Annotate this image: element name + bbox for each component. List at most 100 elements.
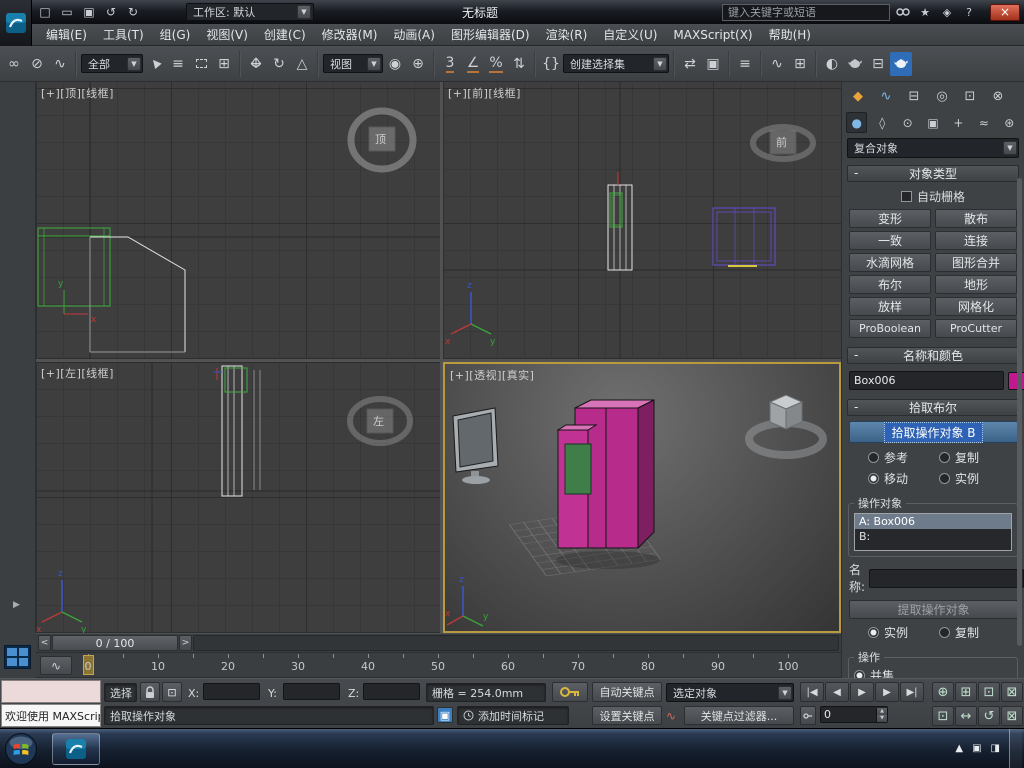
go-to-end-button[interactable]: ▶| (900, 682, 924, 702)
set-key-button[interactable] (552, 682, 588, 702)
orbit-button[interactable]: ↺ (978, 706, 1000, 726)
tray-icon-1[interactable]: ▣ (972, 743, 981, 754)
btn-morph[interactable]: 变形 (849, 209, 931, 228)
radio-move[interactable]: 移动 (868, 470, 939, 487)
tab-create[interactable]: ◆ (846, 85, 870, 108)
pan-button[interactable]: ↔ (955, 706, 977, 726)
radio-extract-copy[interactable]: 复制 (939, 624, 1010, 641)
object-name-input[interactable] (849, 371, 1004, 390)
next-frame-arrow[interactable]: > (179, 635, 192, 651)
selection-lock-toggle[interactable] (140, 682, 160, 702)
select-and-move-icon[interactable]: ↔ ↕ (245, 52, 267, 76)
unlink-selection-icon[interactable]: ⊘ (26, 52, 48, 76)
btn-conform[interactable]: 一致 (849, 231, 931, 250)
viewport-left[interactable]: [+][左][线框] z x y 左 (36, 362, 440, 633)
use-pivot-center-icon[interactable]: ◉ (384, 52, 406, 76)
btn-shapemerge[interactable]: 图形合并 (935, 253, 1017, 272)
layout-expand-arrow-icon[interactable]: ▶ (13, 600, 20, 610)
category-systems-icon[interactable]: ⊛ (999, 112, 1020, 133)
play-button[interactable]: ▶ (850, 682, 874, 702)
taskbar-app-3dsmax[interactable] (52, 732, 100, 765)
viewport-perspective-label[interactable]: [+][透视][真实] (450, 367, 534, 383)
new-scene-icon[interactable]: □ (36, 3, 54, 21)
snap-toggle-icon[interactable]: 3 (439, 52, 461, 76)
viewcube[interactable]: 左 (373, 413, 384, 429)
category-cameras-icon[interactable]: ▣ (922, 112, 943, 133)
rollout-name-color[interactable]: - 名称和颜色 (847, 347, 1019, 364)
align-icon[interactable]: ▣ (702, 52, 724, 76)
btn-loft[interactable]: 放样 (849, 297, 931, 316)
undo-icon[interactable]: ↺ (102, 3, 120, 21)
maximize-viewport-button[interactable]: ⊠ (1001, 706, 1023, 726)
select-and-rotate-icon[interactable]: ↻ (268, 52, 290, 76)
track-bar[interactable]: 0 10 20 30 40 50 60 70 80 90 100 (36, 653, 841, 678)
mini-curve-editor-button[interactable]: ∿ (40, 656, 72, 675)
tray-icon-2[interactable]: ◨ (991, 743, 1000, 754)
help-icon[interactable]: ? (960, 3, 978, 21)
category-geometry-icon[interactable]: ● (846, 112, 868, 133)
radio-union[interactable]: 并集 (854, 667, 1012, 678)
viewport-layout-preset-icon[interactable] (4, 645, 31, 669)
viewport-perspective[interactable]: [+][透视][真实] z x y (443, 362, 841, 633)
operand-name-input[interactable] (869, 568, 1024, 588)
reference-coordinate-dropdown[interactable]: 视图 ▼ (323, 54, 383, 73)
x-coordinate-field[interactable] (203, 683, 260, 700)
list-item[interactable]: B: (855, 529, 1011, 544)
save-file-icon[interactable]: ▣ (80, 3, 98, 21)
tab-utilities[interactable]: ⊗ (986, 85, 1010, 108)
material-editor-icon[interactable]: ◐ (821, 52, 843, 76)
workspace-dropdown[interactable]: 工作区: 默认 ▼ (186, 3, 314, 21)
maxscript-mini-listener[interactable]: 欢迎使用 MAXScript (1, 704, 101, 727)
select-and-scale-icon[interactable]: △ (291, 52, 313, 76)
viewport-front[interactable]: [+][前][线框] z x y 前 (443, 82, 841, 359)
angle-snap-icon[interactable]: ∠ (462, 52, 484, 76)
menu-tools[interactable]: 工具(T) (95, 23, 152, 46)
auto-key-button[interactable]: 自动关键点 (592, 682, 662, 702)
time-slider-track[interactable] (193, 635, 839, 651)
menu-views[interactable]: 视图(V) (198, 23, 256, 46)
menu-create[interactable]: 创建(C) (256, 23, 314, 46)
menu-rendering[interactable]: 渲染(R) (538, 23, 596, 46)
search-input[interactable] (722, 3, 890, 21)
btn-procutter[interactable]: ProCutter (935, 319, 1017, 338)
tab-modify[interactable]: ∿ (874, 85, 898, 108)
absolute-mode-toggle[interactable]: ⊡ (162, 682, 182, 702)
menu-help[interactable]: 帮助(H) (761, 23, 819, 46)
previous-frame-arrow[interactable]: < (38, 635, 51, 651)
frame-spinner[interactable]: ▲ ▼ (876, 707, 887, 722)
rollout-object-type[interactable]: - 对象类型 (847, 165, 1019, 182)
category-shapes-icon[interactable]: ◊ (871, 112, 892, 133)
btn-proboolean[interactable]: ProBoolean (849, 319, 931, 338)
communication-center-icon[interactable]: ◈ (938, 3, 956, 21)
viewport-top-label[interactable]: [+][顶][线框] (41, 85, 114, 101)
autogrid-checkbox[interactable] (900, 191, 912, 202)
named-selection-sets-dropdown[interactable]: 创建选择集 ▼ (563, 54, 669, 73)
menu-customize[interactable]: 自定义(U) (595, 23, 665, 46)
set-key-mode-button[interactable]: 设置关键点 (592, 706, 662, 725)
zoom-extents-all-button[interactable]: ⊠ (1001, 682, 1023, 702)
selection-filter-combo[interactable]: 选定对象 ▼ (666, 683, 794, 702)
category-helpers-icon[interactable]: + (948, 112, 969, 133)
menu-graph-editors[interactable]: 图形编辑器(D) (443, 23, 538, 46)
time-slider-handle[interactable]: 0 / 100 (52, 635, 178, 651)
viewport-left-label[interactable]: [+][左][线框] (41, 365, 114, 381)
current-frame-field[interactable]: ▲▼ (820, 706, 888, 723)
go-to-start-button[interactable]: |◀ (800, 682, 824, 702)
start-button[interactable] (4, 732, 38, 766)
select-object-icon[interactable]: ▶ (144, 52, 166, 76)
redo-icon[interactable]: ↻ (124, 3, 142, 21)
btn-terrain[interactable]: 地形 (935, 275, 1017, 294)
radio-instance[interactable]: 实例 (939, 470, 1010, 487)
select-and-manipulate-icon[interactable]: ⊕ (407, 52, 429, 76)
radio-reference[interactable]: 参考 (868, 449, 939, 466)
radio-extract-instance[interactable]: 实例 (868, 624, 939, 641)
select-by-name-icon[interactable]: ≡ (167, 52, 189, 76)
curve-editor-icon[interactable]: ∿ (766, 52, 788, 76)
show-desktop-button[interactable] (1009, 728, 1022, 768)
window-crossing-icon[interactable]: ⊞ (213, 52, 235, 76)
btn-boolean[interactable]: 布尔 (849, 275, 931, 294)
menu-animation[interactable]: 动画(A) (385, 23, 443, 46)
btn-connect[interactable]: 连接 (935, 231, 1017, 250)
select-and-link-icon[interactable]: ∞ (3, 52, 25, 76)
previous-frame-button[interactable]: ◀ (825, 682, 849, 702)
